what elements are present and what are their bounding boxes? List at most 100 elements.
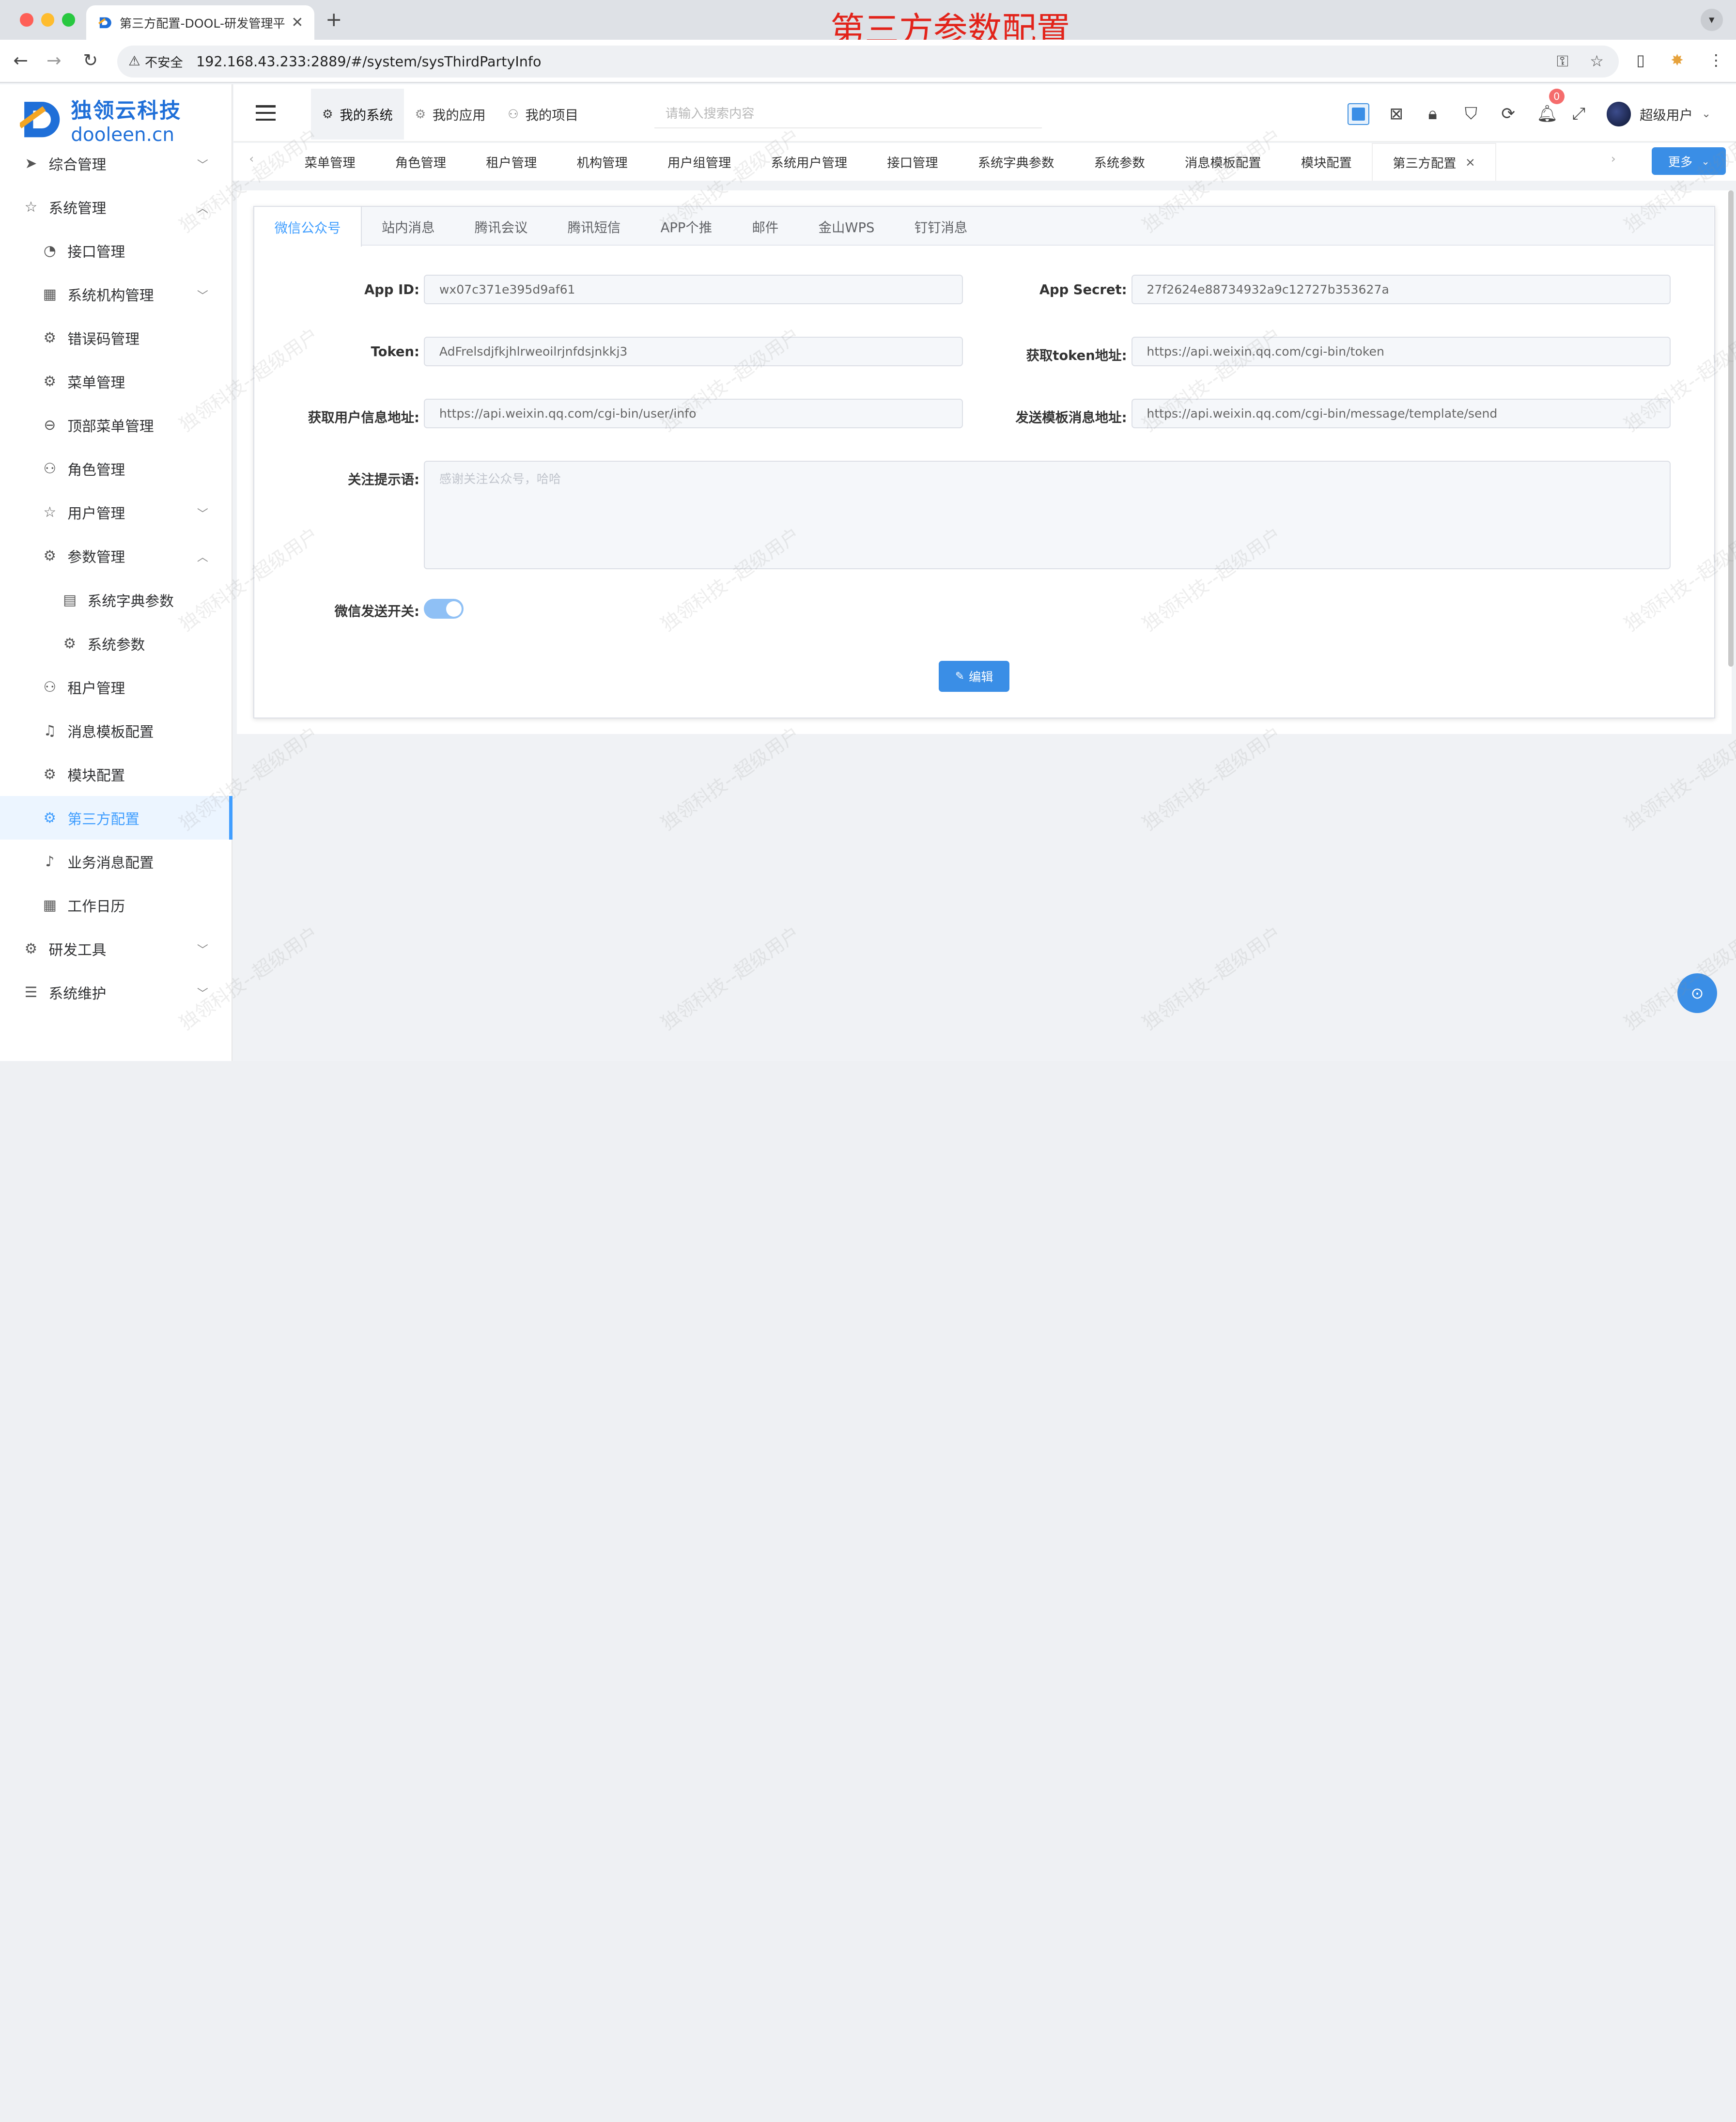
layout-toggle-icon[interactable] <box>1347 103 1370 125</box>
tag-item[interactable]: 机构管理 <box>557 143 647 181</box>
sidebar-item[interactable]: ⚇ 租户管理 <box>0 665 232 709</box>
sidebar-item[interactable]: ♪ 业务消息配置 <box>0 840 232 883</box>
tab-close-icon[interactable]: ✕ <box>291 14 303 31</box>
close-icon[interactable]: × <box>1465 155 1475 169</box>
tags-scroll-left-icon[interactable]: ‹ <box>249 152 254 166</box>
app-id-input[interactable]: wx07c371e395d9af61 <box>424 274 963 305</box>
wechat-send-switch[interactable] <box>424 599 464 619</box>
send-switch-label: 微信发送开关: <box>334 604 419 619</box>
sidebar-item[interactable]: ⚙ 研发工具 ﹀ <box>0 927 232 970</box>
tag-item[interactable]: 系统参数 <box>1074 143 1165 181</box>
refresh-icon[interactable]: ⟳ <box>1501 104 1515 124</box>
more-tags-button[interactable]: 更多 ⌄ <box>1652 147 1726 175</box>
tag-item[interactable]: 模块配置 <box>1281 143 1372 181</box>
app-secret-label: App Secret: <box>1039 282 1127 297</box>
edit-button[interactable]: ✎ 编辑 <box>938 661 1010 692</box>
sidepanel-icon[interactable]: ▯ <box>1636 51 1645 69</box>
config-tab[interactable]: 邮件 <box>732 207 798 246</box>
sidebar-item[interactable]: ⚙ 模块配置 <box>0 752 232 796</box>
config-tab[interactable]: APP个推 <box>640 207 732 246</box>
menu-toggle-icon[interactable] <box>255 105 276 125</box>
user-icon: ⚇ <box>43 678 57 696</box>
sidebar-item[interactable]: ⚙ 第三方配置 <box>0 796 232 841</box>
sidebar-menu: ➤ 综合管理 ﹀ ☆ 系统管理 ︿ ◔ 接口管理 ▦ 系统机构管理 ﹀ ⚙ 错误码管理 ⚙ 菜单管理 ⊖ 顶部菜… <box>0 142 232 1014</box>
tag-item[interactable]: 接口管理 <box>867 143 958 181</box>
sidebar-item[interactable]: ☰ 系统维护 ﹀ <box>0 970 232 1014</box>
gear-icon: ⚙ <box>322 107 333 121</box>
top-nav-item[interactable]: ⚙ 我的系统 <box>311 88 404 140</box>
sidebar-item-label: 菜单管理 <box>67 374 125 392</box>
sidebar-item[interactable]: ♫ 消息模板配置 <box>0 709 232 752</box>
theme-shirt-icon[interactable]: ⛉ <box>1465 104 1477 124</box>
tag-item[interactable]: 租户管理 <box>466 143 557 181</box>
token-input[interactable]: AdFrelsdjfkjhlrweoilrjnfdsjnkkj3 <box>424 336 963 367</box>
reload-button[interactable]: ↻ <box>83 50 98 71</box>
sidebar-item[interactable]: ➤ 综合管理 ﹀ <box>0 142 232 186</box>
sidebar-item[interactable]: ☆ 系统管理 ︿ <box>0 186 232 229</box>
sidebar-item[interactable]: ☆ 用户管理 ﹀ <box>0 491 232 534</box>
bookmark-star-icon[interactable]: ☆ <box>1590 52 1604 70</box>
chevron-down-icon: ﹀ <box>197 987 208 1000</box>
lock-icon[interactable]: 🔒︎ <box>1428 104 1437 124</box>
sidebar-item[interactable]: ▤ 系统字典参数 <box>0 578 232 622</box>
content-scrollbar[interactable] <box>1728 190 1734 667</box>
sidebar-item[interactable]: ⚙ 菜单管理 <box>0 360 232 404</box>
zoom-window-button[interactable] <box>62 13 76 27</box>
browser-tab[interactable]: 第三方配置-DOOL-研发管理平 ✕ <box>86 5 315 40</box>
chevron-down-icon: ⌄ <box>1702 108 1711 121</box>
config-tabs: 微信公众号 站内消息 腾讯会议 腾讯短信 APP个推 邮件 金山WPS 钉钉消息 <box>254 207 1714 247</box>
tag-item[interactable]: 菜单管理 <box>284 143 375 181</box>
notification-badge: 0 <box>1549 88 1565 104</box>
sidebar-item[interactable]: ◔ 接口管理 <box>0 229 232 273</box>
sidebar-item[interactable]: ▦ 系统机构管理 ﹀ <box>0 273 232 316</box>
top-nav-item[interactable]: ⚙ 我的应用 <box>404 89 497 140</box>
address-bar[interactable]: ⚠ 不安全 192.168.43.233:2889/#/system/sysTh… <box>117 45 1619 78</box>
minimize-window-button[interactable] <box>41 13 54 27</box>
config-tab[interactable]: 微信公众号 <box>254 207 362 247</box>
send-icon: ➤ <box>25 155 37 172</box>
sidebar-item[interactable]: ⚙ 系统参数 <box>0 622 232 665</box>
chevron-up-icon: ︿ <box>197 551 208 564</box>
calendar-icon: ▦ <box>43 896 57 914</box>
tag-item[interactable]: 第三方配置 × <box>1372 142 1497 181</box>
template-url-input[interactable]: https://api.weixin.qq.com/cgi-bin/messag… <box>1131 398 1671 429</box>
header-search-input[interactable]: 请输入搜索内容 <box>654 97 1042 129</box>
sidebar-item[interactable]: ⊖ 顶部菜单管理 <box>0 404 232 447</box>
browser-menu-icon[interactable]: ⋮ <box>1708 51 1724 69</box>
image-edit-icon[interactable]: ⊠ <box>1390 104 1404 124</box>
forward-button[interactable]: → <box>46 50 62 71</box>
key-icon[interactable]: ⚿ <box>1557 52 1568 71</box>
new-tab-button[interactable]: + <box>326 8 342 31</box>
app-secret-input[interactable]: 27f2624e88734932a9c12727b353627a <box>1131 274 1671 305</box>
tag-item[interactable]: 消息模板配置 <box>1165 143 1281 181</box>
sidebar-item[interactable]: ⚙ 参数管理 ︿ <box>0 534 232 578</box>
config-tab[interactable]: 腾讯短信 <box>548 207 641 246</box>
userinfo-url-input[interactable]: https://api.weixin.qq.com/cgi-bin/user/i… <box>424 398 963 429</box>
sidebar-item-label: 租户管理 <box>67 680 125 697</box>
tags-scroll-right-icon[interactable]: › <box>1611 152 1616 166</box>
notification-bell-icon[interactable]: 🔔︎ <box>1537 104 1558 124</box>
screenshot-button[interactable]: ⊙ <box>1677 973 1718 1014</box>
fullscreen-icon[interactable]: ⤢ <box>1572 104 1585 124</box>
chevron-down-icon: ﹀ <box>197 944 208 957</box>
tag-item[interactable]: 用户组管理 <box>648 143 751 181</box>
sidebar-item[interactable]: ⚙ 错误码管理 <box>0 316 232 360</box>
token-url-input[interactable]: https://api.weixin.qq.com/cgi-bin/token <box>1131 336 1671 367</box>
user-menu[interactable]: 超级用户 ⌄ <box>1606 102 1711 126</box>
back-button[interactable]: ← <box>13 50 28 71</box>
close-window-button[interactable] <box>20 13 33 27</box>
chevron-down-icon: ﹀ <box>197 158 208 172</box>
config-tab[interactable]: 腾讯会议 <box>455 207 548 246</box>
sidebar-item[interactable]: ▦ 工作日历 <box>0 883 232 927</box>
sidebar-item[interactable]: ⚇ 角色管理 <box>0 447 232 491</box>
tag-item[interactable]: 系统用户管理 <box>751 143 867 181</box>
config-tab[interactable]: 钉钉消息 <box>895 207 988 246</box>
tag-item[interactable]: 角色管理 <box>375 143 466 181</box>
config-tab[interactable]: 金山WPS <box>798 207 894 246</box>
tag-item[interactable]: 系统字典参数 <box>958 143 1074 181</box>
config-tab[interactable]: 站内消息 <box>362 207 455 246</box>
tab-search-button[interactable]: ▾ <box>1700 9 1723 31</box>
follow-tip-textarea[interactable]: 感谢关注公众号，哈哈 <box>424 460 1671 569</box>
extension-icon[interactable]: ✸ <box>1671 51 1684 69</box>
top-nav-item[interactable]: ⚇ 我的项目 <box>496 89 589 140</box>
